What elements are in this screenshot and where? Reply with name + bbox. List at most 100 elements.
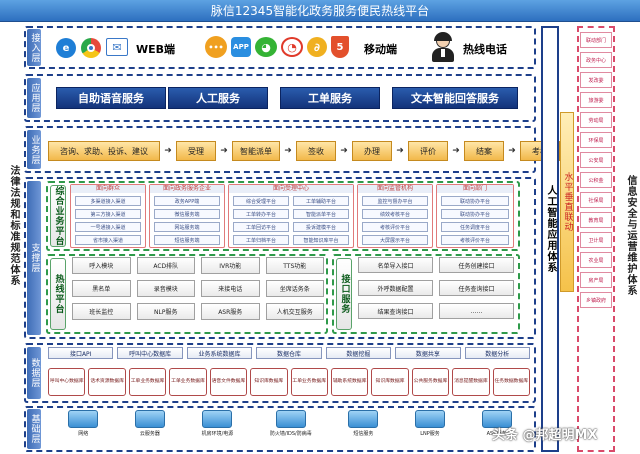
chrome-icon [81,38,101,58]
app-service-manual: 人工服务 [168,87,268,109]
platform-item: 第三方接入渠道 [75,209,141,219]
data-service: 接口API [48,347,114,359]
interface-item: 结果查询接口 [358,303,433,319]
hotline-platform-label: 热线平台 [50,258,66,330]
platform-item: 一号通接入渠道 [75,222,141,232]
department-item: 公安局 [580,152,612,168]
lnp-server-icon [415,410,445,428]
watermark: 头条 @邦超明MX [492,428,598,443]
app-service-text-qa: 文本智能回答服务 [392,87,518,109]
platform-item: 综合受理平台 [233,196,289,206]
data-service: 数据仓库 [256,347,322,359]
mini-program-icon: ∂ [307,37,327,57]
data-service: 数据挖掘 [325,347,392,359]
platform-item: 考核评价平台 [362,222,428,232]
ie-icon: e [56,38,76,58]
data-service: 业务系统数据库 [186,347,253,359]
business-layer-label: 业务层 [27,130,41,169]
arrow-right-icon: ➜ [284,146,292,156]
database: 公共服务数据库 [411,368,450,396]
business-step-handle: 办理 [352,141,392,161]
server-icon [134,410,165,428]
app-service-ticket: 工单服务 [280,87,380,109]
arrow-right-icon: ➜ [508,146,516,156]
platform-item: 智能知识库平台 [293,235,349,245]
business-step-inquiry: 咨询、求助、投诉、建议 [48,141,160,161]
hotline-module: ASR服务 [201,303,260,320]
interface-grid: 名单导入接口 任务创建接口 外呼数据配置 任务查询接口 结果查询接口 …… [358,257,514,319]
hotline-module: 人机交互服务 [265,303,324,320]
app-service-voice: 自助语音服务 [56,87,166,109]
department-item: 发改委 [580,72,612,88]
weibo-icon: ◔ [281,37,303,57]
group-regulator: 面向监管机构 监控与督办平台 绩效考核平台 考核评价平台 大屏展示平台 [357,184,433,248]
ai-application-label: 人工智能应用体系 [545,185,556,273]
network-device: 网络 [68,410,99,437]
platform-item: 工单转办平台 [233,209,289,219]
platform-item: 考核评价平台 [441,235,509,245]
device-label: 机房环境/电源 [201,431,234,437]
arrow-right-icon: ➜ [164,146,172,156]
interface-item: 名单导入接口 [358,257,433,273]
lnp-device: LNP服务 [415,410,445,437]
mail-icon: ✉ [106,38,128,56]
department-item: 社保局 [580,192,612,208]
department-item: 教育局 [580,212,612,228]
mobile-label: 移动端 [364,43,397,56]
group-title: 面向群众 [71,185,145,193]
interface-service-label: 接口服务 [336,258,352,330]
platform-item: 工单辅助平台 [293,196,349,206]
device-label: 网络 [78,431,89,437]
platform-item: 短信服务端 [154,235,220,245]
departments-column: 联动部门 政务中心 发改委 旅游委 劳动局 环保局 公安局 公积金 社保局 教育… [577,26,615,452]
platform-item: 智能派单平台 [293,209,349,219]
database: 呼叫中心数据库 [48,368,86,396]
platform-item: 投诉建模平台 [293,222,349,232]
datacenter-device: 机房环境/电源 [201,410,234,437]
data-layer-label: 数据层 [27,347,41,399]
department-item: 政务中心 [580,52,612,68]
database: 辅助系统数据库 [330,368,369,396]
comprehensive-platform-label: 综合业务平台 [50,185,66,247]
data-service: 数据共享 [395,347,461,359]
hotline-module: 坐席话务条 [265,280,324,297]
business-flow: 咨询、求助、投诉、建议 ➜ 受理 ➜ 智能派单 ➜ 签收 ➜ 办理 ➜ 评价 ➜… [48,141,560,161]
wechat-icon: ◕ [255,37,277,57]
firewall-icon [275,410,306,428]
group-departments: 面向部门 联动协办平台 联动协办平台 任务调度平台 考核评价平台 [436,184,514,248]
hotline-module: ACD排队 [136,257,195,274]
department-item: 旅游委 [580,92,612,108]
department-item: 环保局 [580,132,612,148]
business-step-close: 结案 [464,141,504,161]
database: 语音文件数据库 [209,368,248,396]
sms-device: 短信服务 [348,410,379,437]
platform-item: 政务APP端 [154,196,220,206]
phone-label: 热线电话 [463,43,507,56]
device-label: 短信服务 [353,431,374,437]
group-title: 面向受理中心 [229,185,353,193]
data-service: 数据分析 [464,347,530,359]
department-item: 卫计局 [580,232,612,248]
interface-item: 任务创建接口 [439,257,514,273]
database: 任务数据数据库 [492,368,530,396]
page-title: 脉信12345智能化政务服务便民热线平台 [0,0,640,22]
arrow-right-icon: ➜ [220,146,228,156]
business-step-sign: 签收 [296,141,336,161]
device-label: 防火墙/IDS/防病毒 [269,431,312,437]
platform-item: 绩效考核平台 [362,209,428,219]
arrow-right-icon: ➜ [396,146,404,156]
left-side-label: 法律法规和标准规范体系 [8,165,19,286]
html5-icon: 5 [331,36,349,58]
hotline-module: NLP服务 [136,303,195,320]
department-item: 乡镇政府 [580,292,612,308]
departments-list: 联动部门 政务中心 发改委 旅游委 劳动局 环保局 公安局 公积金 社保局 教育… [579,28,613,308]
rack-icon [202,410,233,428]
data-service: 呼叫中心数据库 [117,347,183,359]
database: 工单业务数据库 [169,368,207,396]
web-icons: e ✉ [56,38,128,58]
hotline-module: 班长监控 [72,303,131,320]
business-step-dispatch: 智能派单 [232,141,280,161]
interface-item: 外呼数据配置 [358,280,433,296]
department-item: 农业局 [580,252,612,268]
department-item: 房产局 [580,272,612,288]
